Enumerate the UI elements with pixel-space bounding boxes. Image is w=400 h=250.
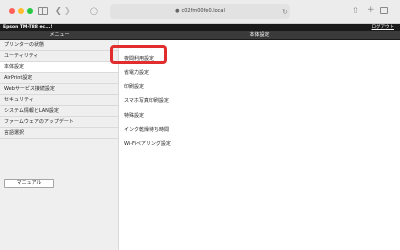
sidebar-item-printer-status[interactable]: プリンターの状態 [0, 40, 118, 51]
tabs-overview-icon[interactable] [380, 7, 388, 14]
close-window-button[interactable] [9, 8, 15, 14]
web-page: Epson TM-T88 ec...! ログアウト メニュー 本体設定 プリンタ… [0, 24, 400, 250]
logout-link[interactable]: ログアウト [372, 25, 395, 30]
reload-icon[interactable]: ↻ [282, 6, 288, 18]
browser-toolbar: ❮ ❯ ◯ ● c02fm00fe0.local ↻ ⇧ + [0, 0, 400, 24]
settings-list: 夜間利用設定 省電力設定 印刷設定 スマホ写真印刷設定 特殊設定 インク乾燥待ち… [120, 40, 400, 250]
section-title: 本体設定 [249, 32, 270, 38]
setting-wifi-pairing[interactable]: Wi-Fiペアリング設定 [124, 141, 171, 147]
setting-smartphone-photo-print[interactable]: スマホ写真印刷設定 [124, 98, 169, 104]
share-icon[interactable]: ⇧ [352, 5, 359, 17]
printer-name: Epson TM-T88 ec...! [3, 25, 53, 30]
sidebar-item-web-services[interactable]: Webサービス接続設定 [0, 84, 118, 95]
url-text: c02fm00fe0.local [181, 8, 225, 14]
sidebar-item-utility[interactable]: ユーティリティ [0, 51, 118, 62]
minimize-window-button[interactable] [18, 8, 24, 14]
sidebar-item-system-info-lan[interactable]: システム情報とLAN設定 [0, 106, 118, 117]
sidebar-item-language[interactable]: 言語選択 [0, 128, 118, 139]
new-tab-icon[interactable]: + [367, 4, 375, 16]
sidebar-item-firmware-update[interactable]: ファームウェアのアップデート [0, 117, 118, 128]
menu-title: メニュー [49, 32, 70, 38]
sidebar-item-device-settings[interactable]: 本体設定 [0, 62, 118, 73]
sidebar-icon[interactable] [38, 7, 48, 15]
forward-icon[interactable]: ❯ [64, 5, 71, 17]
sidebar-menu: プリンターの状態 ユーティリティ 本体設定 AirPrint設定 Webサービス… [0, 40, 119, 250]
header-bar: メニュー 本体設定 [0, 31, 400, 40]
setting-power-saving[interactable]: 省電力設定 [124, 70, 149, 76]
address-bar[interactable]: ● c02fm00fe0.local [110, 4, 290, 19]
top-strip: Epson TM-T88 ec...! ログアウト [0, 24, 400, 31]
setting-special[interactable]: 特殊設定 [124, 113, 144, 119]
shield-icon[interactable]: ◯ [90, 5, 98, 17]
back-icon[interactable]: ❮ [55, 5, 62, 17]
manual-button[interactable]: マニュアル [4, 179, 54, 188]
sidebar-item-airprint[interactable]: AirPrint設定 [0, 73, 118, 84]
lock-icon: ● [175, 8, 180, 14]
zoom-window-button[interactable] [27, 8, 33, 14]
highlight-box [110, 45, 167, 64]
sidebar-item-security[interactable]: セキュリティ [0, 95, 118, 106]
setting-print[interactable]: 印刷設定 [124, 84, 144, 90]
setting-ink-drying-time[interactable]: インク乾燥待ち時間 [124, 127, 169, 133]
